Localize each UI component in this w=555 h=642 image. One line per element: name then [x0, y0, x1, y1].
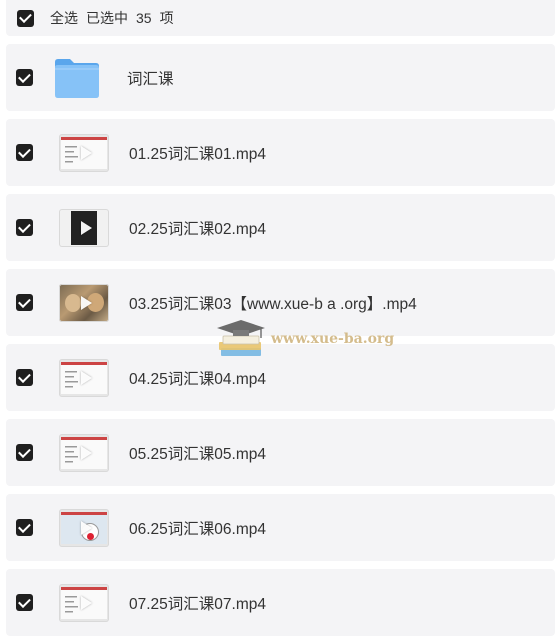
file-selection-screen: 全选 已选中 35 项 词汇课 01.25词汇课01.mp4 02.25词汇课0… [0, 0, 555, 642]
play-icon [81, 295, 92, 310]
item-checkbox[interactable] [16, 369, 33, 386]
play-icon [81, 220, 92, 235]
file-name[interactable]: 04.25词汇课04.mp4 [129, 367, 266, 389]
file-name[interactable]: 07.25词汇课07.mp4 [129, 592, 266, 614]
list-item[interactable]: 06.25词汇课06.mp4 [6, 494, 555, 561]
play-icon [81, 370, 92, 385]
item-checkbox[interactable] [16, 219, 33, 236]
list-item[interactable]: 05.25词汇课05.mp4 [6, 419, 555, 486]
selected-prefix: 已选中 [86, 10, 128, 26]
file-name[interactable]: 01.25词汇课01.mp4 [129, 142, 266, 164]
graduation-cap-books-logo [217, 320, 265, 356]
video-thumbnail [59, 358, 109, 397]
folder-name[interactable]: 词汇课 [127, 67, 174, 89]
item-checkbox[interactable] [16, 519, 33, 536]
select-all-bar: 全选 已选中 35 项 [6, 0, 555, 36]
play-icon [81, 595, 92, 610]
select-all-checkbox[interactable] [17, 9, 34, 27]
item-checkbox[interactable] [16, 294, 33, 311]
item-checkbox[interactable] [16, 144, 33, 161]
play-icon [81, 445, 92, 460]
watermark-text: www.xue-ba.org [271, 331, 395, 347]
selected-suffix: 项 [159, 10, 174, 26]
list-item-folder[interactable]: 词汇课 [6, 44, 555, 111]
selection-summary: 全选 已选中 35 项 [50, 8, 174, 28]
list-item[interactable]: 02.25词汇课02.mp4 [6, 194, 555, 261]
play-icon [81, 145, 92, 160]
select-all-label[interactable]: 全选 [50, 8, 78, 28]
video-thumbnail [59, 433, 109, 472]
selected-count: 35 [136, 10, 152, 26]
file-name[interactable]: 02.25词汇课02.mp4 [129, 217, 266, 239]
file-name[interactable]: 03.25词汇课03【www.xue-b a .org】.mp4 [129, 292, 417, 314]
video-thumbnail [59, 508, 109, 547]
file-name[interactable]: 05.25词汇课05.mp4 [129, 442, 266, 464]
video-thumbnail [59, 208, 109, 247]
item-checkbox[interactable] [16, 444, 33, 461]
item-checkbox[interactable] [16, 69, 33, 86]
video-thumbnail [59, 583, 109, 622]
play-icon [81, 520, 92, 535]
video-thumbnail [59, 283, 109, 322]
folder-icon [53, 55, 101, 101]
list-item[interactable]: 07.25词汇课07.mp4 [6, 569, 555, 636]
file-name[interactable]: 06.25词汇课06.mp4 [129, 517, 266, 539]
video-thumbnail [59, 133, 109, 172]
list-item[interactable]: 01.25词汇课01.mp4 [6, 119, 555, 186]
item-checkbox[interactable] [16, 594, 33, 611]
site-watermark: www.xue-ba.org [215, 318, 405, 364]
